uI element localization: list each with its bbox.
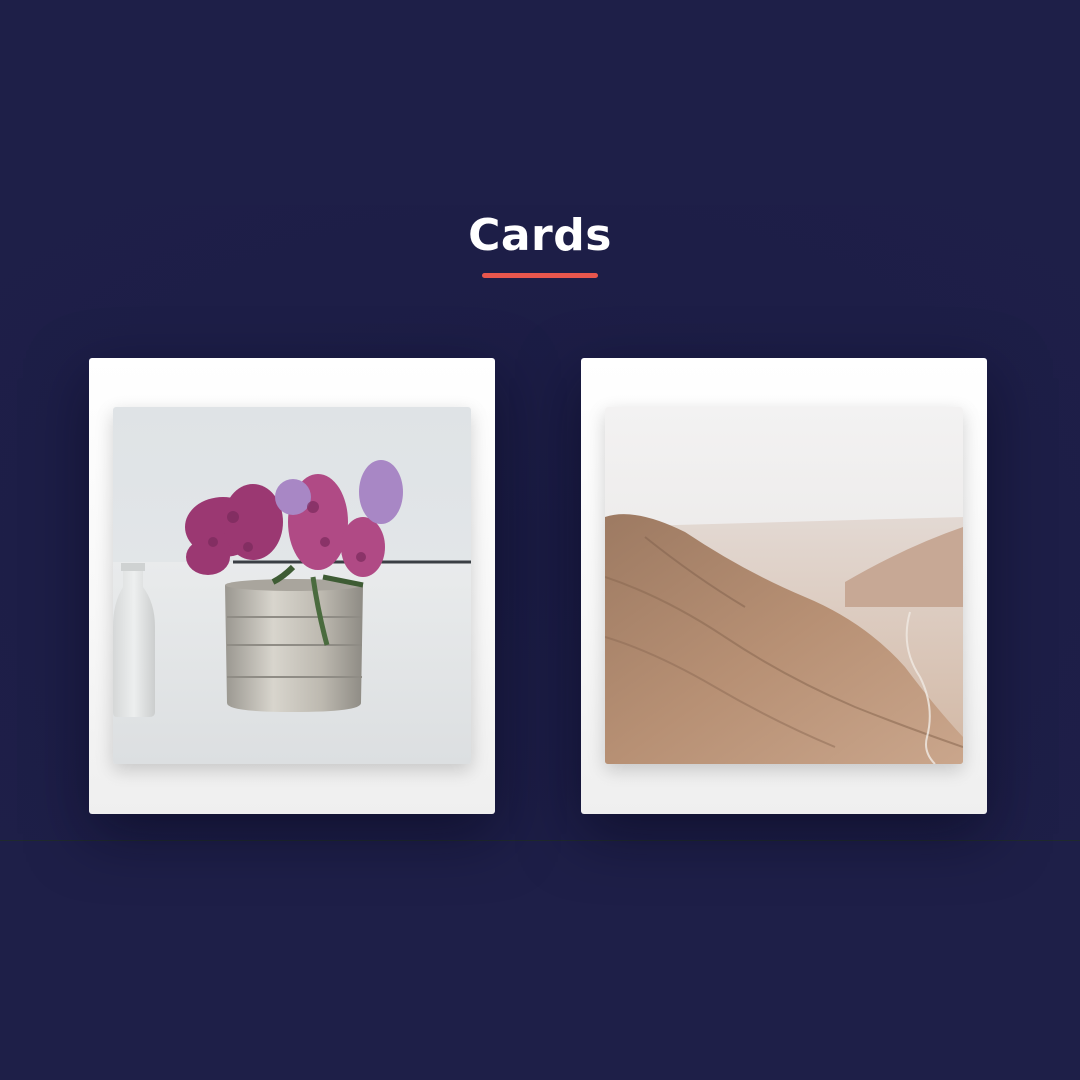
section-title: Cards bbox=[468, 210, 612, 261]
section-header: Cards bbox=[0, 210, 1080, 278]
desert-photo bbox=[605, 407, 963, 764]
cards-page: Cards bbox=[0, 0, 1080, 1080]
flower-photo bbox=[113, 407, 471, 764]
title-underline bbox=[482, 273, 598, 278]
card-desert[interactable] bbox=[581, 358, 987, 814]
card-flowers[interactable] bbox=[89, 358, 495, 814]
